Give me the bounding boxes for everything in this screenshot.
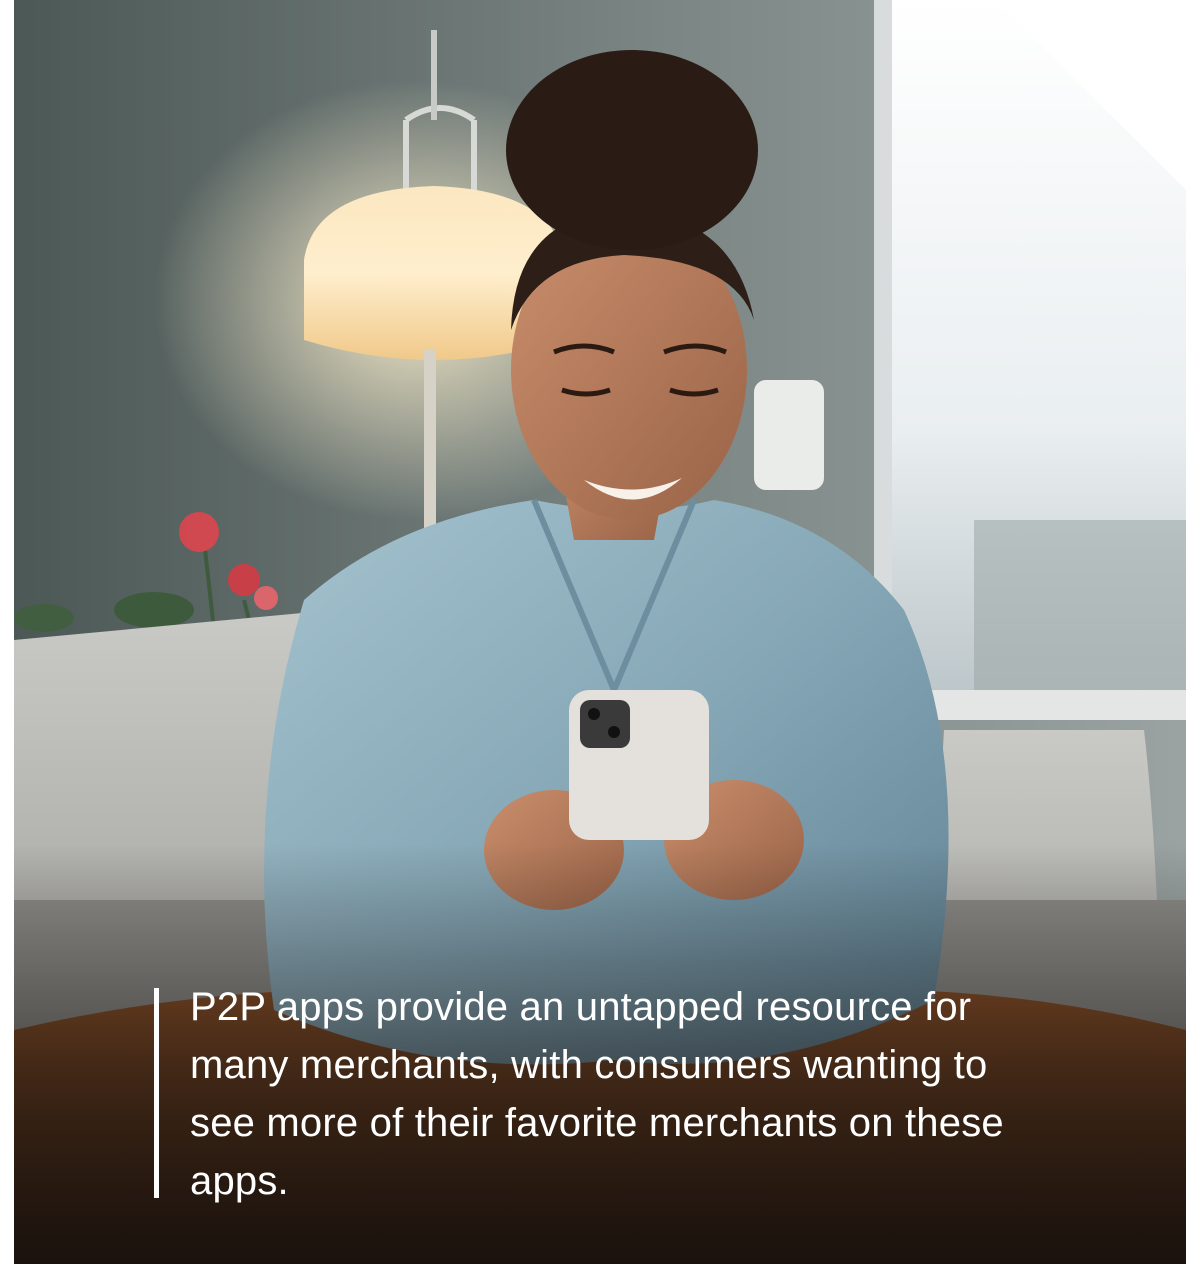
caption-block: P2P apps provide an untapped resource fo… bbox=[154, 978, 1054, 1210]
hero-photo-frame: P2P apps provide an untapped resource fo… bbox=[14, 0, 1186, 1264]
caption-text: P2P apps provide an untapped resource fo… bbox=[190, 985, 1004, 1203]
corner-cut bbox=[996, 0, 1186, 190]
accent-bar bbox=[154, 988, 159, 1198]
